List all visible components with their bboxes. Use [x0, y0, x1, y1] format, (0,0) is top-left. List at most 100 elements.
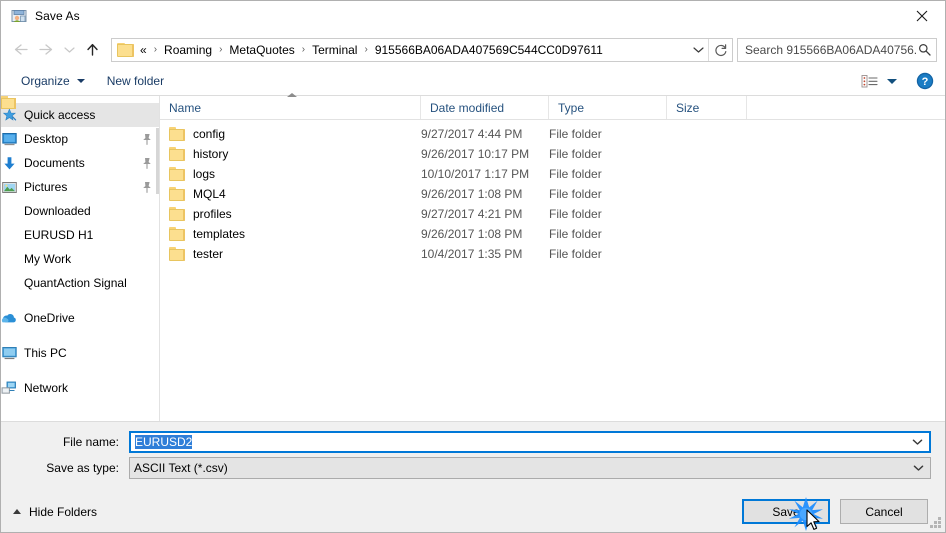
file-name-cell: history	[160, 147, 421, 161]
column-header-size[interactable]: Size	[667, 96, 747, 119]
file-name-selected-text: EURUSD2	[135, 435, 193, 449]
save-form: File name: EURUSD2 Save as type: ASCII T…	[1, 421, 945, 491]
type-cell: File folder	[549, 207, 602, 221]
table-row[interactable]: profiles 9/27/2017 4:21 PM File folder	[160, 204, 945, 224]
close-icon[interactable]	[899, 1, 945, 31]
sidebar-item-this-pc[interactable]: This PC	[1, 341, 159, 365]
search-input[interactable]: Search 915566BA06ADA40756...	[737, 37, 937, 62]
address-chevron-down-icon[interactable]	[688, 39, 708, 61]
dialog-button-bar: Hide Folders Save Cancel	[1, 491, 945, 532]
pin-icon[interactable]	[141, 181, 153, 193]
mouse-cursor	[806, 509, 822, 533]
table-row[interactable]: MQL4 9/26/2017 1:08 PM File folder	[160, 184, 945, 204]
table-row[interactable]: logs 10/10/2017 1:17 PM File folder	[160, 164, 945, 184]
pin-icon[interactable]	[141, 157, 153, 169]
sidebar-item-label: This PC	[24, 346, 67, 360]
recent-locations-chevron-down-icon[interactable]	[59, 37, 79, 63]
file-name-cell: profiles	[160, 207, 421, 221]
pin-icon[interactable]	[141, 133, 153, 145]
sidebar-item-eurusd-h1[interactable]: EURUSD H1	[1, 96, 159, 247]
file-list: Name Date modified Type Size config 9/27…	[160, 93, 945, 421]
sidebar-item-my-work[interactable]: My Work	[1, 96, 159, 271]
date-modified-cell: 9/27/2017 4:44 PM	[421, 127, 523, 141]
file-name-cell: logs	[160, 167, 421, 181]
folder-icon	[169, 227, 185, 241]
save-as-icon	[11, 8, 27, 24]
breadcrumb-separator: ›	[301, 44, 306, 55]
column-header-type[interactable]: Type	[549, 96, 667, 119]
file-name-text: tester	[193, 247, 224, 261]
chevron-down-icon[interactable]	[905, 438, 929, 446]
table-row[interactable]: templates 9/26/2017 1:08 PM File folder	[160, 224, 945, 244]
breadcrumb-item-roaming[interactable]: Roaming	[162, 41, 214, 59]
help-icon[interactable]: ?	[915, 71, 935, 91]
sidebar-item-pictures[interactable]: Pictures	[1, 175, 159, 199]
address-bar[interactable]: « › Roaming › MetaQuotes › Terminal › 91…	[111, 37, 733, 62]
folder-icon	[169, 207, 185, 221]
breadcrumb-separator: ›	[364, 44, 368, 55]
save-button[interactable]: Save	[742, 497, 830, 531]
up-arrow-icon[interactable]	[79, 37, 105, 63]
hide-folders-button[interactable]: Hide Folders	[13, 505, 97, 519]
star-pin-icon	[1, 107, 17, 123]
sidebar-scroll-grip[interactable]	[156, 128, 159, 194]
chevron-down-icon[interactable]	[906, 464, 930, 472]
column-header-date-modified[interactable]: Date modified	[421, 96, 549, 119]
breadcrumb-separator: ›	[153, 44, 158, 55]
file-name-cell: config	[160, 127, 421, 141]
sidebar-item-label: Quick access	[24, 108, 96, 122]
folder-icon	[169, 167, 185, 181]
cancel-button-label: Cancel	[865, 504, 903, 519]
dialog-body: Quick access Desktop Documents Pictures …	[1, 93, 945, 421]
date-modified-cell: 10/10/2017 1:17 PM	[421, 167, 530, 181]
sidebar-item-label: Network	[24, 381, 69, 395]
desktop-icon	[1, 131, 17, 147]
save-button-label: Save	[772, 504, 800, 519]
folder-icon	[1, 96, 17, 243]
file-name-cell: MQL4	[160, 187, 421, 201]
sidebar-item-desktop[interactable]: Desktop	[1, 127, 159, 151]
column-headers: Name Date modified Type Size	[160, 93, 945, 120]
cancel-button[interactable]: Cancel	[840, 499, 928, 524]
folder-icon	[1, 96, 17, 291]
breadcrumb-item-guid[interactable]: 915566BA06ADA407569C544CC0D97611	[373, 41, 605, 59]
new-folder-button[interactable]: New folder	[101, 71, 170, 91]
network-icon	[1, 380, 17, 396]
sidebar-item-quick-access[interactable]: Quick access	[1, 103, 159, 127]
file-name-cell: templates	[160, 227, 421, 241]
folder-icon	[169, 147, 185, 161]
type-cell: File folder	[549, 187, 602, 201]
sidebar-item-label: Desktop	[24, 132, 69, 146]
save-as-type-select[interactable]: ASCII Text (*.csv)	[129, 457, 931, 479]
file-name-input[interactable]: EURUSD2	[129, 431, 931, 453]
sidebar-item-documents[interactable]: Documents	[1, 151, 159, 175]
table-row[interactable]: config 9/27/2017 4:44 PM File folder	[160, 124, 945, 144]
caret-down-icon	[887, 78, 897, 84]
sidebar-item-label: OneDrive	[24, 311, 75, 325]
save-as-type-label: Save as type:	[46, 461, 119, 475]
breadcrumb-item-metaquotes[interactable]: MetaQuotes	[227, 41, 296, 59]
resize-grip[interactable]	[930, 517, 942, 529]
sidebar-item-label: My Work	[24, 252, 72, 266]
save-as-type-value: ASCII Text (*.csv)	[134, 461, 228, 475]
back-arrow-icon[interactable]	[7, 37, 33, 63]
breadcrumb-item-terminal[interactable]: Terminal	[310, 41, 359, 59]
type-cell: File folder	[549, 247, 602, 261]
breadcrumb-overflow[interactable]: «	[138, 41, 149, 59]
table-row[interactable]: tester 10/4/2017 1:35 PM File folder	[160, 244, 945, 264]
column-header-name[interactable]: Name	[160, 96, 421, 119]
sidebar-item-downloaded[interactable]: Downloaded	[1, 96, 159, 223]
sidebar-item-network[interactable]: Network	[1, 376, 159, 400]
forward-arrow-icon[interactable]	[33, 37, 59, 63]
date-modified-cell: 9/26/2017 1:08 PM	[421, 187, 523, 201]
organize-button[interactable]: Organize	[15, 71, 91, 91]
refresh-icon[interactable]	[708, 38, 732, 61]
search-icon[interactable]	[916, 43, 932, 56]
table-row[interactable]: history 9/26/2017 10:17 PM File folder	[160, 144, 945, 164]
file-rows: config 9/27/2017 4:44 PM File folder his…	[160, 120, 945, 421]
view-options-icon[interactable]	[857, 72, 901, 91]
sidebar-item-onedrive[interactable]: OneDrive	[1, 306, 159, 330]
sidebar-item-quantaction-signal[interactable]: QuantAction Signal	[1, 96, 159, 295]
